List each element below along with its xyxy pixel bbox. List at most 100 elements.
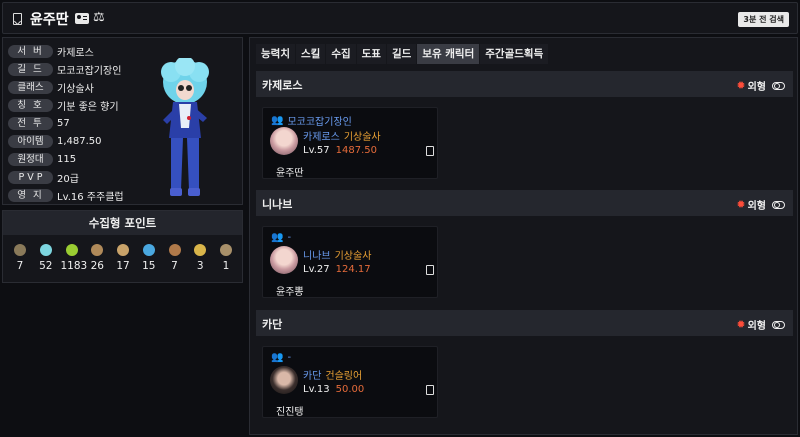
server-name: 카단 bbox=[262, 318, 283, 331]
info-label: 길 드 bbox=[8, 62, 53, 76]
info-label: 전 투 bbox=[8, 116, 53, 130]
appearance-toggle[interactable]: ✹ 외형 bbox=[736, 197, 785, 212]
character-name-title: 윤주딴 bbox=[30, 12, 69, 28]
tab-2[interactable]: 수집 bbox=[326, 44, 356, 64]
server-header: 니나브 ✹ 외형 bbox=[256, 190, 793, 216]
collect-point-value: 15 bbox=[142, 260, 156, 272]
info-row-pvp: P V P 20급 bbox=[8, 170, 79, 185]
item-level: 50.00 bbox=[335, 384, 365, 395]
item-level: 1487.50 bbox=[335, 145, 377, 156]
character-class: 건슬링어 bbox=[325, 371, 363, 382]
guild-name[interactable]: - bbox=[287, 352, 291, 363]
character-class: 기상술사 bbox=[334, 251, 372, 262]
info-row-title: 칭 호 기분 좋은 향기 bbox=[8, 98, 119, 113]
collect-point-value: 26 bbox=[90, 260, 104, 272]
toggle-icon[interactable] bbox=[772, 320, 785, 329]
server-class-line: 카제로스 기상술사 bbox=[303, 128, 381, 143]
info-value: 카제로스 bbox=[57, 47, 94, 59]
mokoko-seed-icon bbox=[14, 244, 26, 256]
collect-point-item[interactable]: 7 bbox=[164, 244, 186, 272]
collect-point-value: 7 bbox=[16, 260, 24, 272]
info-row-estate: 영 지 Lv.16 주주클럽 bbox=[8, 188, 124, 203]
collect-point-item[interactable]: 3 bbox=[189, 244, 211, 272]
info-row-expedition: 원정대 115 bbox=[8, 152, 76, 166]
character-level: Lv.57 bbox=[303, 145, 330, 156]
tab-1[interactable]: 스킬 bbox=[295, 44, 326, 64]
info-label: 아이템 bbox=[8, 134, 53, 148]
level-line: Lv.57 1487.50 bbox=[303, 145, 377, 156]
copy-icon[interactable] bbox=[423, 144, 434, 156]
guild-name[interactable]: 모코코잡기장인 bbox=[287, 113, 351, 128]
character-portrait bbox=[161, 58, 209, 196]
toggle-icon[interactable] bbox=[772, 81, 785, 90]
collect-point-item[interactable]: 17 bbox=[112, 244, 134, 272]
tab-bar: 능력치 스킬 수집 도표 길드 보유 캐릭터 주간골드획득 bbox=[256, 44, 549, 64]
refresh-button[interactable]: 3분 전 검색 bbox=[738, 12, 789, 27]
info-row-server: 서 버 카제로스 bbox=[8, 44, 94, 59]
collect-point-value: 1 bbox=[222, 260, 230, 272]
info-value: 115 bbox=[57, 153, 77, 165]
info-row-combat: 전 투 57 bbox=[8, 116, 70, 130]
character-server: 카제로스 bbox=[303, 132, 340, 143]
flute-icon bbox=[117, 244, 129, 256]
tab-5[interactable]: 보유 캐릭터 bbox=[417, 44, 480, 64]
character-card[interactable]: 👥 모코코잡기장인 카제로스 기상술사 Lv.57 1487.50 윤주딴 bbox=[262, 107, 438, 179]
main-panel: 능력치 스킬 수집 도표 길드 보유 캐릭터 주간골드획득 카제로스 ✹ 외형 👥 모코코잡기장인 카… bbox=[249, 37, 798, 435]
server-class-line: 카단 건슬링어 bbox=[303, 367, 362, 382]
collect-point-value: 17 bbox=[116, 260, 130, 272]
info-row-item-level: 아이템 1,487.50 bbox=[8, 134, 102, 148]
map-icon bbox=[91, 244, 104, 256]
character-card[interactable]: 👥 - 카단 건슬링어 Lv.13 50.00 진진탱 bbox=[262, 346, 438, 418]
info-value: 기상술사 bbox=[57, 83, 94, 95]
collect-point-item[interactable]: 1183 bbox=[60, 244, 88, 272]
id-card-icon[interactable] bbox=[75, 13, 89, 24]
guild-name[interactable]: - bbox=[287, 232, 291, 243]
appearance-toggle[interactable]: ✹ 외형 bbox=[736, 78, 785, 93]
sun-icon: ✹ bbox=[736, 79, 746, 92]
tab-6[interactable]: 주간골드획득 bbox=[480, 44, 549, 64]
info-label: 클래스 bbox=[8, 80, 53, 94]
appearance-label: 외형 bbox=[747, 321, 766, 332]
mask-icon bbox=[168, 244, 181, 256]
collect-point-item[interactable]: 7 bbox=[9, 244, 31, 272]
character-server: 카단 bbox=[303, 371, 322, 382]
info-label: 서 버 bbox=[8, 44, 53, 58]
avatar bbox=[270, 246, 298, 274]
info-label: P V P bbox=[8, 170, 53, 184]
character-level: Lv.27 bbox=[303, 264, 330, 275]
appearance-label: 외형 bbox=[747, 82, 766, 93]
collect-point-value: 1183 bbox=[60, 260, 88, 272]
toggle-icon[interactable] bbox=[772, 200, 785, 209]
collect-point-value: 3 bbox=[196, 260, 204, 272]
character-card[interactable]: 👥 - 니나브 기상술사 Lv.27 124.17 윤주뽕 bbox=[262, 226, 438, 298]
item-level: 124.17 bbox=[335, 264, 371, 275]
info-value: 20급 bbox=[57, 173, 79, 185]
appearance-toggle[interactable]: ✹ 외형 bbox=[736, 317, 785, 332]
character-name: 윤주딴 bbox=[276, 168, 304, 179]
sun-icon: ✹ bbox=[736, 198, 746, 211]
tab-3[interactable]: 도표 bbox=[356, 44, 386, 64]
collect-point-item[interactable]: 52 bbox=[35, 244, 57, 272]
scale-icon[interactable]: ⚖ bbox=[93, 10, 105, 25]
bookmark-icon[interactable] bbox=[13, 13, 22, 25]
users-icon: 👥 bbox=[271, 232, 284, 243]
server-name: 카제로스 bbox=[262, 79, 303, 92]
info-value: 모코코잡기장인 bbox=[57, 65, 122, 77]
character-server: 니나브 bbox=[303, 251, 331, 262]
character-name: 윤주뽕 bbox=[276, 287, 304, 298]
tab-0[interactable]: 능력치 bbox=[256, 44, 295, 64]
copy-icon[interactable] bbox=[423, 263, 434, 275]
users-icon: 👥 bbox=[271, 115, 284, 126]
server-class-line: 니나브 기상술사 bbox=[303, 247, 371, 262]
collect-point-item[interactable]: 15 bbox=[138, 244, 160, 272]
tab-4[interactable]: 길드 bbox=[386, 44, 417, 64]
server-name: 니나브 bbox=[262, 198, 293, 211]
copy-icon[interactable] bbox=[423, 383, 434, 395]
info-value: Lv.16 주주클럽 bbox=[57, 191, 124, 203]
collect-points-title: 수집형 포인트 bbox=[3, 211, 242, 235]
leaf-icon bbox=[142, 244, 155, 256]
info-value: 기분 좋은 향기 bbox=[57, 101, 119, 113]
top-bar: 윤주딴 ⚖ 3분 전 검색 bbox=[2, 2, 798, 34]
collect-point-item[interactable]: 1 bbox=[215, 244, 237, 272]
collect-point-item[interactable]: 26 bbox=[86, 244, 108, 272]
